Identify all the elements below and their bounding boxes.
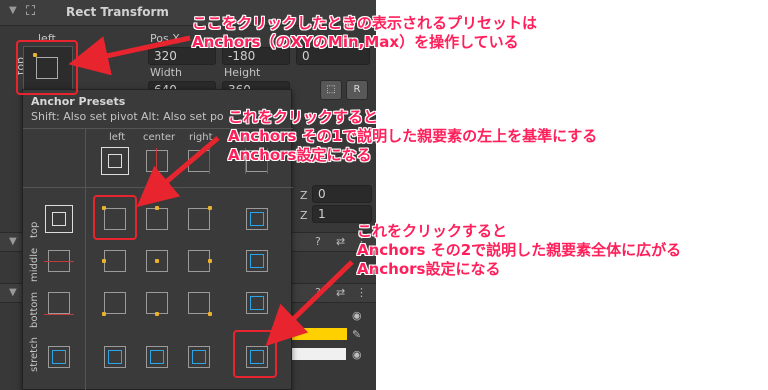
- eyedropper-icon[interactable]: ✎: [352, 328, 361, 341]
- collapse-arrow-icon[interactable]: ▼: [9, 236, 17, 247]
- scale-z-field-2[interactable]: 1: [312, 205, 372, 223]
- preset-top-header[interactable]: [40, 202, 78, 236]
- preset-stretch-col-right[interactable]: [180, 340, 218, 374]
- divider: [85, 128, 86, 390]
- annotation-1-line-2: Anchors（のXYのMin,Max）を操作している: [192, 33, 519, 51]
- preset-middle-header[interactable]: [40, 244, 78, 278]
- row-header-stretch: stretch: [29, 337, 40, 372]
- collapse-arrow-icon[interactable]: ▼: [9, 287, 17, 298]
- row-header-middle: middle: [29, 247, 40, 282]
- preset-stretch-left[interactable]: [40, 340, 78, 374]
- preset-bottom-header[interactable]: [40, 286, 78, 320]
- scale-z-label-2: Z: [300, 209, 308, 222]
- preset-bottom-left[interactable]: [96, 286, 134, 320]
- column-header-right: right: [189, 132, 213, 143]
- divider: [23, 187, 293, 188]
- popup-title: Anchor Presets: [31, 95, 126, 108]
- width-label: Width: [150, 66, 182, 79]
- help-icon[interactable]: ?: [315, 235, 321, 248]
- screenshot-stage: ▼ ⛶ Rect Transform left top Pos X 320 -1…: [0, 0, 768, 390]
- more-icon[interactable]: ⋮: [356, 286, 367, 299]
- highlight-anchor-button: [16, 40, 78, 95]
- height-label: Height: [224, 66, 261, 79]
- rect-transform-icon: ⛶: [26, 4, 36, 19]
- annotation-3-line-2: Anchors その2で説明した親要素全体に広がる: [357, 241, 682, 259]
- raw-edit-button[interactable]: R: [346, 80, 368, 100]
- preset-bottom-stretch[interactable]: [238, 286, 276, 320]
- annotation-2-line-1: これをクリックすると: [228, 108, 379, 126]
- scale-z-label-1: Z: [300, 189, 308, 202]
- preset-top-center[interactable]: [138, 202, 176, 236]
- collapse-arrow-icon[interactable]: ▼: [9, 5, 17, 16]
- preset-bottom-right[interactable]: [180, 286, 218, 320]
- preset-left-header[interactable]: [96, 144, 134, 178]
- preset-middle-right[interactable]: [180, 244, 218, 278]
- preset-stretch-col-left[interactable]: [96, 340, 134, 374]
- pos-x-label: Pos X: [150, 32, 180, 45]
- column-header-center: center: [143, 132, 176, 143]
- preset-middle-left[interactable]: [96, 244, 134, 278]
- annotation-2-line-2: Anchors その1で説明した親要素の左上を基準にする: [228, 127, 598, 145]
- blueprint-mode-button[interactable]: ⬚: [320, 80, 342, 100]
- preset-icon[interactable]: ⇄: [336, 286, 345, 299]
- annotation-2-line-3: Anchors設定になる: [228, 146, 372, 164]
- object-picker-icon[interactable]: ◉: [352, 348, 362, 361]
- component-title: Rect Transform: [66, 5, 169, 19]
- highlight-stretch-preset: [233, 330, 277, 378]
- shift-hint: Shift: Also set pivot: [31, 110, 138, 123]
- preset-middle-center[interactable]: [138, 244, 176, 278]
- annotation-1-line-1: ここをクリックしたときの表示されるプリセットは: [192, 14, 538, 32]
- highlight-top-left-preset: [93, 195, 137, 240]
- help-icon[interactable]: ?: [315, 286, 321, 299]
- annotation-3-line-3: Anchors設定になる: [357, 260, 501, 278]
- row-header-top: top: [29, 221, 40, 238]
- preset-center-header[interactable]: [138, 144, 176, 178]
- row-header-bottom: bottom: [29, 291, 40, 328]
- preset-middle-stretch[interactable]: [238, 244, 276, 278]
- scale-z-field-1[interactable]: 0: [312, 185, 372, 203]
- preset-icon[interactable]: ⇄: [336, 235, 345, 248]
- annotation-3-line-1: これをクリックすると: [357, 222, 508, 240]
- object-picker-icon[interactable]: ◉: [352, 309, 362, 322]
- preset-right-header[interactable]: [180, 144, 218, 178]
- preset-bottom-center[interactable]: [138, 286, 176, 320]
- column-header-left: left: [109, 132, 126, 143]
- preset-top-stretch[interactable]: [238, 202, 276, 236]
- preset-stretch-col-center[interactable]: [138, 340, 176, 374]
- alt-hint: Alt: Also set po: [141, 110, 224, 123]
- preset-top-right[interactable]: [180, 202, 218, 236]
